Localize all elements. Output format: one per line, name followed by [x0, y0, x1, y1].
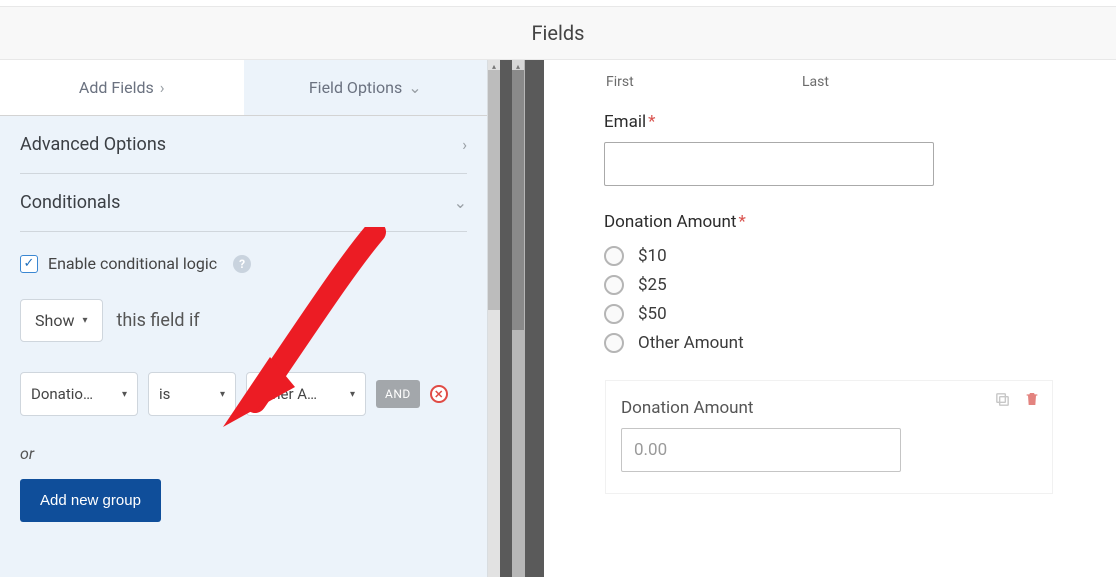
donation-label: Donation Amount* [604, 212, 746, 232]
select-value: is [159, 385, 170, 403]
rule-delete-button[interactable]: ✕ [430, 385, 448, 403]
chevron-down-icon: ⌄ [454, 193, 467, 212]
and-label: AND [385, 387, 411, 401]
left-scrollbar[interactable]: ▴ [488, 60, 500, 577]
select-value: Show [35, 311, 74, 330]
chevron-down-icon: ▾ [220, 389, 225, 400]
select-value: Donatio… [31, 385, 93, 403]
required-icon: * [739, 212, 746, 232]
scroll-region: ▴ ▴ [488, 60, 525, 577]
select-value: Other A… [257, 385, 317, 403]
right-scrollbar[interactable]: ▴ [512, 60, 525, 577]
name-field: First Last [604, 74, 1054, 90]
amount-label: Donation Amount [621, 398, 754, 418]
tab-add-fields[interactable]: Add Fields › [0, 60, 244, 115]
radio-icon[interactable] [604, 246, 624, 266]
chevron-down-icon: ▾ [82, 315, 87, 326]
add-new-group-button[interactable]: Add new group [20, 479, 161, 522]
scroll-thumb[interactable] [512, 70, 524, 330]
amount-placeholder: 0.00 [634, 440, 667, 460]
scroll-thumb[interactable] [488, 70, 500, 310]
label-text: Donation Amount [604, 212, 737, 232]
radio-label: $50 [638, 304, 667, 324]
radio-icon[interactable] [604, 304, 624, 324]
radio-label: Other Amount [638, 333, 744, 353]
section-label: Advanced Options [20, 134, 166, 155]
rule-operator-select[interactable]: is ▾ [148, 372, 236, 416]
trash-icon[interactable] [1023, 390, 1041, 408]
donation-amount-number-field[interactable]: Donation Amount 0.00 [604, 379, 1054, 495]
or-separator: or [20, 444, 467, 463]
rule-field-select[interactable]: Donatio… ▾ [20, 372, 138, 416]
top-border [0, 0, 1116, 7]
label-text: Email [604, 112, 646, 132]
section-label: Conditionals [20, 192, 120, 213]
tab-field-options-label: Field Options [309, 78, 402, 97]
radio-option[interactable]: $25 [604, 275, 1054, 295]
radio-label: $10 [638, 246, 667, 266]
sublabel-last: Last [802, 74, 829, 90]
email-field[interactable]: Email* [604, 112, 1054, 186]
left-tabs: Add Fields › Field Options ⌄ [0, 60, 487, 116]
section-advanced-options[interactable]: Advanced Options › [20, 116, 467, 174]
tab-add-fields-label: Add Fields [79, 78, 154, 97]
rule-and-button[interactable]: AND [376, 380, 420, 408]
email-input[interactable] [604, 142, 934, 186]
section-conditionals[interactable]: Conditionals ⌄ [20, 174, 467, 232]
chevron-down-icon: ▾ [350, 389, 355, 400]
radio-option[interactable]: $50 [604, 304, 1054, 324]
sublabel-first: First [606, 74, 742, 90]
duplicate-icon[interactable] [993, 390, 1011, 408]
required-icon: * [648, 112, 655, 132]
chevron-down-icon: ⌄ [408, 78, 421, 97]
radio-icon[interactable] [604, 333, 624, 353]
radio-option[interactable]: $10 [604, 246, 1054, 266]
form-preview: First Last Email* Donation Amount* $10 [544, 60, 1104, 577]
rule-value-select[interactable]: Other A… ▾ [246, 372, 366, 416]
gutter-dark [500, 60, 512, 577]
enable-conditional-checkbox[interactable]: ✓ [20, 255, 38, 273]
help-icon[interactable]: ? [233, 255, 251, 273]
radio-icon[interactable] [604, 275, 624, 295]
page-title: Fields [532, 21, 585, 45]
add-group-label: Add new group [40, 492, 141, 509]
radio-label: $25 [638, 275, 667, 295]
conditional-phrase: this field if [117, 310, 200, 331]
chevron-right-icon: › [462, 135, 467, 154]
header-bar: Fields [0, 7, 1116, 60]
tab-field-options[interactable]: Field Options ⌄ [244, 60, 488, 115]
amount-input[interactable]: 0.00 [621, 428, 901, 472]
conditional-action-select[interactable]: Show ▾ [20, 299, 103, 342]
donation-amount-field[interactable]: Donation Amount* $10 $25 $50 Other Amou [604, 212, 1054, 353]
email-label: Email* [604, 112, 655, 132]
chevron-down-icon: ▾ [122, 389, 127, 400]
chevron-right-icon: › [160, 78, 165, 97]
radio-option[interactable]: Other Amount [604, 333, 1054, 353]
left-panel: Add Fields › Field Options ⌄ Advanced Op… [0, 60, 488, 577]
enable-conditional-label: Enable conditional logic [48, 254, 217, 273]
